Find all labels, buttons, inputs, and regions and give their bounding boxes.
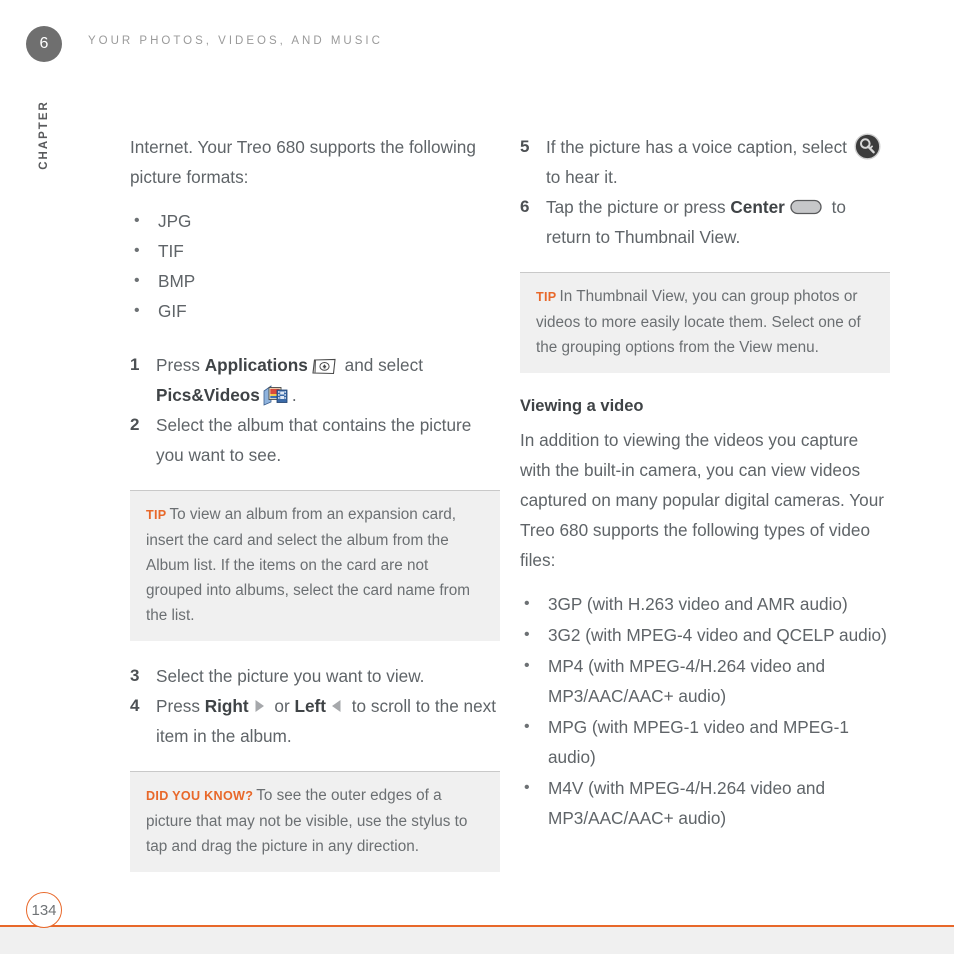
center-key-icon [790,194,822,215]
picture-steps-part2: 3 Select the picture you want to view. 4… [130,661,502,751]
step-3: 3 Select the picture you want to view. [130,661,502,691]
list-item: JPG [130,206,502,236]
section-paragraph: In addition to viewing the videos you ca… [520,430,885,570]
step-4: 4 Press Right or Left to scroll to the n… [130,691,502,751]
list-item: 3GP (with H.263 video and AMR audio) [520,589,892,619]
list-item: 3G2 (with MPEG-4 video and QCELP audio) [520,620,892,650]
footer-rule [0,925,954,927]
step-bold-right: Right [204,696,249,716]
step-text-before: Tap the picture or press [546,197,731,217]
chapter-number-badge: 6 [26,26,62,62]
tip-box-right: TIP In Thumbnail View, you can group phot… [520,272,890,373]
step-text-before: If the picture has a voice caption, sele… [546,137,852,157]
list-item: TIF [130,236,502,266]
step-number: 5 [520,137,530,156]
step-text-middle: and select [339,355,423,375]
step-number: 2 [130,415,140,434]
tip-box-right-content: TIP In Thumbnail View, you can group phot… [536,284,874,360]
step-number: 3 [130,666,140,685]
video-formats-list: 3GP (with H.263 video and AMR audio) 3G2… [520,589,892,833]
right-column: 5 If the picture has a voice caption, se… [520,132,892,843]
step-number: 6 [520,197,530,216]
step-text-after: . [291,385,297,405]
page-number-badge: 134 [26,892,62,928]
left-column: Internet. Your Treo 680 supports the fol… [130,132,502,892]
applications-key-icon [311,354,337,375]
did-you-know-content: DID YOU KNOW? To see the outer edges of a… [146,783,484,859]
tip-box-left-content: TIP To view an album from an expansion ca… [146,502,484,628]
step-text: Select the album that contains the pictu… [156,415,472,465]
tip-label: TIP [536,290,557,304]
step-bold-picsvideos: Pics&Videos [156,385,260,405]
step-bold-left: Left [294,696,326,716]
tip-box-left: TIP To view an album from an expansion ca… [130,490,500,641]
list-item: MP4 (with MPEG-4/H.264 video and MP3/AAC… [520,651,892,711]
picture-steps-part1: 1 Press Applications and select Pics&Vid… [130,350,502,470]
step-5: 5 If the picture has a voice caption, se… [520,132,892,192]
step-text-middle: or [269,696,295,716]
footer-background [0,927,954,954]
step-bold-applications: Applications [204,355,308,375]
step-6: 6 Tap the picture or press Center to ret… [520,192,892,252]
tip-label: TIP [146,508,167,522]
step-bold-center: Center [730,197,785,217]
tip-text: In Thumbnail View, you can group photos … [536,288,861,356]
triangle-left-icon [330,693,343,712]
step-text: Select the picture you want to view. [156,666,425,686]
tip-text: To view an album from an expansion card,… [146,506,470,624]
page-number-text: 134 [31,901,57,919]
step-text-before: Press [156,696,205,716]
section-heading-viewing-a-video: Viewing a video [520,397,644,415]
chapter-label-text: CHAPTER [38,100,50,170]
chapter-label-vertical: CHAPTER [27,80,61,190]
chapter-number: 6 [39,35,49,52]
step-text-after: to hear it. [546,167,618,187]
voice-caption-icon [854,133,881,160]
step-text-before: Press [156,355,205,375]
list-item: MPG (with MPEG-1 video and MPEG-1 audio) [520,712,892,772]
did-you-know-label: DID YOU KNOW? [146,789,254,803]
pics-and-videos-app-icon [263,385,289,406]
step-2: 2 Select the album that contains the pic… [130,410,502,470]
step-1: 1 Press Applications and select Pics&Vid… [130,350,502,410]
list-item: BMP [130,266,502,296]
triangle-right-icon [253,693,266,712]
step-number: 1 [130,355,140,374]
did-you-know-box: DID YOU KNOW? To see the outer edges of a… [130,771,500,872]
step-number: 4 [130,696,140,715]
document-page: 6 CHAPTER YOUR PHOTOS, VIDEOS, AND MUSIC… [0,0,954,954]
running-head: YOUR PHOTOS, VIDEOS, AND MUSIC [88,35,383,47]
intro-paragraph: Internet. Your Treo 680 supports the fol… [130,137,476,187]
picture-formats-list: JPG TIF BMP GIF [130,206,502,326]
list-item: M4V (with MPEG-4/H.264 video and MP3/AAC… [520,773,892,833]
picture-steps-part3: 5 If the picture has a voice caption, se… [520,132,892,252]
list-item: GIF [130,296,502,326]
